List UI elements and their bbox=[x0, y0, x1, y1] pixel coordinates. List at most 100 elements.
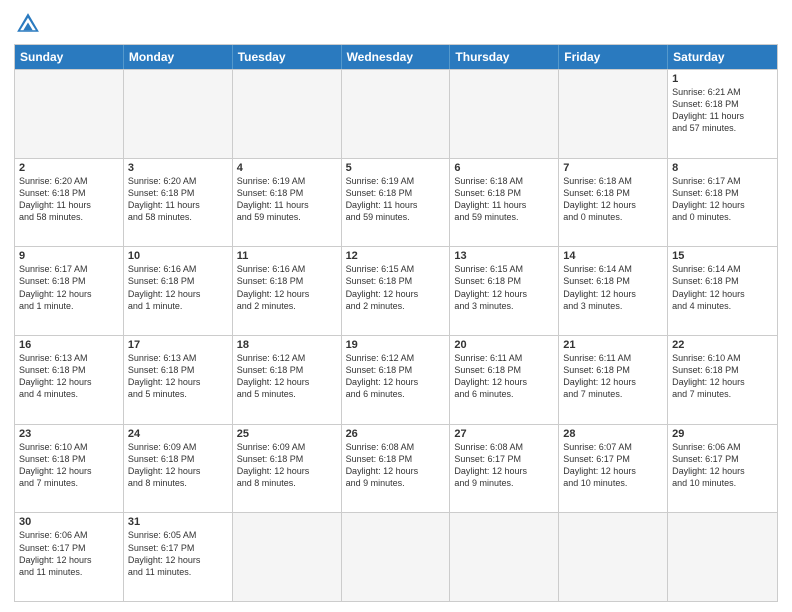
calendar-cell bbox=[342, 70, 451, 158]
calendar-cell bbox=[15, 70, 124, 158]
calendar-cell: 1Sunrise: 6:21 AM Sunset: 6:18 PM Daylig… bbox=[668, 70, 777, 158]
calendar-header-monday: Monday bbox=[124, 45, 233, 69]
day-info: Sunrise: 6:17 AM Sunset: 6:18 PM Dayligh… bbox=[19, 263, 119, 312]
calendar-cell: 22Sunrise: 6:10 AM Sunset: 6:18 PM Dayli… bbox=[668, 336, 777, 424]
calendar-cell: 11Sunrise: 6:16 AM Sunset: 6:18 PM Dayli… bbox=[233, 247, 342, 335]
day-info: Sunrise: 6:12 AM Sunset: 6:18 PM Dayligh… bbox=[346, 352, 446, 401]
logo bbox=[14, 10, 46, 38]
day-info: Sunrise: 6:16 AM Sunset: 6:18 PM Dayligh… bbox=[237, 263, 337, 312]
day-number: 14 bbox=[563, 250, 663, 262]
day-info: Sunrise: 6:11 AM Sunset: 6:18 PM Dayligh… bbox=[454, 352, 554, 401]
day-info: Sunrise: 6:19 AM Sunset: 6:18 PM Dayligh… bbox=[346, 175, 446, 224]
day-number: 4 bbox=[237, 162, 337, 174]
calendar-header-row: SundayMondayTuesdayWednesdayThursdayFrid… bbox=[15, 45, 777, 69]
day-info: Sunrise: 6:16 AM Sunset: 6:18 PM Dayligh… bbox=[128, 263, 228, 312]
day-number: 1 bbox=[672, 73, 773, 85]
day-info: Sunrise: 6:11 AM Sunset: 6:18 PM Dayligh… bbox=[563, 352, 663, 401]
calendar-cell bbox=[668, 513, 777, 601]
calendar-cell: 14Sunrise: 6:14 AM Sunset: 6:18 PM Dayli… bbox=[559, 247, 668, 335]
day-info: Sunrise: 6:05 AM Sunset: 6:17 PM Dayligh… bbox=[128, 529, 228, 578]
calendar-body: 1Sunrise: 6:21 AM Sunset: 6:18 PM Daylig… bbox=[15, 69, 777, 601]
day-number: 10 bbox=[128, 250, 228, 262]
day-info: Sunrise: 6:06 AM Sunset: 6:17 PM Dayligh… bbox=[19, 529, 119, 578]
day-number: 15 bbox=[672, 250, 773, 262]
calendar-cell: 17Sunrise: 6:13 AM Sunset: 6:18 PM Dayli… bbox=[124, 336, 233, 424]
calendar-cell: 23Sunrise: 6:10 AM Sunset: 6:18 PM Dayli… bbox=[15, 425, 124, 513]
day-number: 21 bbox=[563, 339, 663, 351]
day-number: 7 bbox=[563, 162, 663, 174]
calendar-row-2: 9Sunrise: 6:17 AM Sunset: 6:18 PM Daylig… bbox=[15, 246, 777, 335]
calendar-cell: 7Sunrise: 6:18 AM Sunset: 6:18 PM Daylig… bbox=[559, 159, 668, 247]
page: SundayMondayTuesdayWednesdayThursdayFrid… bbox=[0, 0, 792, 612]
day-info: Sunrise: 6:21 AM Sunset: 6:18 PM Dayligh… bbox=[672, 86, 773, 135]
day-number: 12 bbox=[346, 250, 446, 262]
calendar-cell: 15Sunrise: 6:14 AM Sunset: 6:18 PM Dayli… bbox=[668, 247, 777, 335]
day-number: 16 bbox=[19, 339, 119, 351]
day-info: Sunrise: 6:18 AM Sunset: 6:18 PM Dayligh… bbox=[454, 175, 554, 224]
calendar-cell bbox=[559, 70, 668, 158]
day-info: Sunrise: 6:08 AM Sunset: 6:17 PM Dayligh… bbox=[454, 441, 554, 490]
day-number: 26 bbox=[346, 428, 446, 440]
calendar-cell bbox=[124, 70, 233, 158]
day-number: 9 bbox=[19, 250, 119, 262]
calendar-cell bbox=[233, 513, 342, 601]
calendar-header-thursday: Thursday bbox=[450, 45, 559, 69]
header bbox=[14, 10, 778, 38]
calendar-cell: 31Sunrise: 6:05 AM Sunset: 6:17 PM Dayli… bbox=[124, 513, 233, 601]
day-info: Sunrise: 6:10 AM Sunset: 6:18 PM Dayligh… bbox=[672, 352, 773, 401]
day-info: Sunrise: 6:20 AM Sunset: 6:18 PM Dayligh… bbox=[128, 175, 228, 224]
day-number: 30 bbox=[19, 516, 119, 528]
calendar-cell bbox=[342, 513, 451, 601]
calendar-cell: 2Sunrise: 6:20 AM Sunset: 6:18 PM Daylig… bbox=[15, 159, 124, 247]
calendar-row-0: 1Sunrise: 6:21 AM Sunset: 6:18 PM Daylig… bbox=[15, 69, 777, 158]
calendar-cell: 9Sunrise: 6:17 AM Sunset: 6:18 PM Daylig… bbox=[15, 247, 124, 335]
day-info: Sunrise: 6:17 AM Sunset: 6:18 PM Dayligh… bbox=[672, 175, 773, 224]
day-info: Sunrise: 6:07 AM Sunset: 6:17 PM Dayligh… bbox=[563, 441, 663, 490]
day-number: 31 bbox=[128, 516, 228, 528]
calendar-header-tuesday: Tuesday bbox=[233, 45, 342, 69]
day-number: 23 bbox=[19, 428, 119, 440]
calendar-header-saturday: Saturday bbox=[668, 45, 777, 69]
calendar-row-3: 16Sunrise: 6:13 AM Sunset: 6:18 PM Dayli… bbox=[15, 335, 777, 424]
day-number: 22 bbox=[672, 339, 773, 351]
day-info: Sunrise: 6:13 AM Sunset: 6:18 PM Dayligh… bbox=[19, 352, 119, 401]
day-info: Sunrise: 6:06 AM Sunset: 6:17 PM Dayligh… bbox=[672, 441, 773, 490]
day-info: Sunrise: 6:08 AM Sunset: 6:18 PM Dayligh… bbox=[346, 441, 446, 490]
calendar-cell: 13Sunrise: 6:15 AM Sunset: 6:18 PM Dayli… bbox=[450, 247, 559, 335]
calendar-cell: 4Sunrise: 6:19 AM Sunset: 6:18 PM Daylig… bbox=[233, 159, 342, 247]
calendar-cell bbox=[450, 70, 559, 158]
day-number: 13 bbox=[454, 250, 554, 262]
day-info: Sunrise: 6:12 AM Sunset: 6:18 PM Dayligh… bbox=[237, 352, 337, 401]
calendar-header-wednesday: Wednesday bbox=[342, 45, 451, 69]
calendar-cell: 25Sunrise: 6:09 AM Sunset: 6:18 PM Dayli… bbox=[233, 425, 342, 513]
day-number: 5 bbox=[346, 162, 446, 174]
day-info: Sunrise: 6:14 AM Sunset: 6:18 PM Dayligh… bbox=[563, 263, 663, 312]
day-number: 17 bbox=[128, 339, 228, 351]
day-info: Sunrise: 6:14 AM Sunset: 6:18 PM Dayligh… bbox=[672, 263, 773, 312]
calendar-cell: 16Sunrise: 6:13 AM Sunset: 6:18 PM Dayli… bbox=[15, 336, 124, 424]
calendar-cell: 20Sunrise: 6:11 AM Sunset: 6:18 PM Dayli… bbox=[450, 336, 559, 424]
calendar-cell: 5Sunrise: 6:19 AM Sunset: 6:18 PM Daylig… bbox=[342, 159, 451, 247]
calendar-row-5: 30Sunrise: 6:06 AM Sunset: 6:17 PM Dayli… bbox=[15, 512, 777, 601]
day-number: 3 bbox=[128, 162, 228, 174]
calendar-cell: 6Sunrise: 6:18 AM Sunset: 6:18 PM Daylig… bbox=[450, 159, 559, 247]
day-number: 29 bbox=[672, 428, 773, 440]
calendar-cell bbox=[233, 70, 342, 158]
day-info: Sunrise: 6:15 AM Sunset: 6:18 PM Dayligh… bbox=[346, 263, 446, 312]
calendar-cell: 19Sunrise: 6:12 AM Sunset: 6:18 PM Dayli… bbox=[342, 336, 451, 424]
day-info: Sunrise: 6:15 AM Sunset: 6:18 PM Dayligh… bbox=[454, 263, 554, 312]
calendar-row-1: 2Sunrise: 6:20 AM Sunset: 6:18 PM Daylig… bbox=[15, 158, 777, 247]
calendar-header-sunday: Sunday bbox=[15, 45, 124, 69]
calendar-cell bbox=[450, 513, 559, 601]
day-info: Sunrise: 6:20 AM Sunset: 6:18 PM Dayligh… bbox=[19, 175, 119, 224]
day-number: 27 bbox=[454, 428, 554, 440]
day-number: 28 bbox=[563, 428, 663, 440]
day-number: 18 bbox=[237, 339, 337, 351]
calendar-cell: 24Sunrise: 6:09 AM Sunset: 6:18 PM Dayli… bbox=[124, 425, 233, 513]
calendar-cell: 21Sunrise: 6:11 AM Sunset: 6:18 PM Dayli… bbox=[559, 336, 668, 424]
calendar-cell: 3Sunrise: 6:20 AM Sunset: 6:18 PM Daylig… bbox=[124, 159, 233, 247]
calendar-cell: 30Sunrise: 6:06 AM Sunset: 6:17 PM Dayli… bbox=[15, 513, 124, 601]
calendar-cell: 10Sunrise: 6:16 AM Sunset: 6:18 PM Dayli… bbox=[124, 247, 233, 335]
calendar: SundayMondayTuesdayWednesdayThursdayFrid… bbox=[14, 44, 778, 602]
calendar-header-friday: Friday bbox=[559, 45, 668, 69]
